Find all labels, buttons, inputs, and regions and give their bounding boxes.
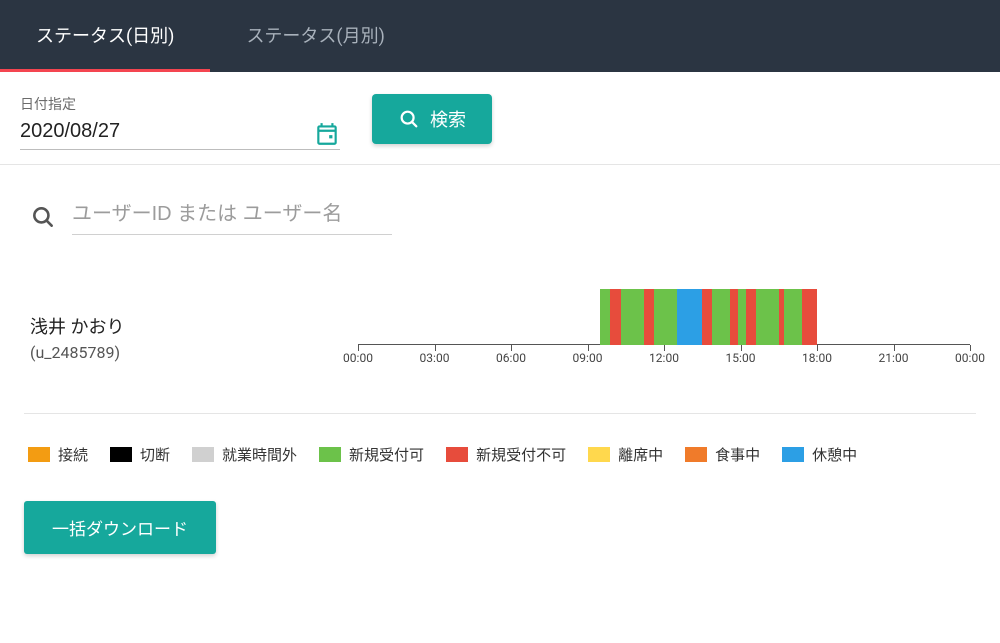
legend-swatch bbox=[192, 447, 214, 462]
timeline-segment bbox=[644, 289, 654, 345]
tab-status-daily[interactable]: ステータス(日別) bbox=[0, 0, 210, 70]
filter-bar: 日付指定 検索 bbox=[0, 72, 1000, 165]
search-icon bbox=[30, 204, 56, 230]
legend-item: 新規受付可 bbox=[319, 444, 424, 465]
timeline-tick-label: 15:00 bbox=[726, 351, 756, 365]
timeline-segment bbox=[756, 289, 779, 345]
legend-label: 食事中 bbox=[715, 444, 760, 465]
legend-item: 休憩中 bbox=[782, 444, 857, 465]
timeline-chart: 00:0003:0006:0009:0012:0015:0018:0021:00… bbox=[358, 289, 970, 373]
legend-swatch bbox=[319, 447, 341, 462]
legend-item: 食事中 bbox=[685, 444, 760, 465]
timeline-segment bbox=[654, 289, 677, 345]
calendar-icon[interactable] bbox=[314, 121, 340, 147]
timeline-bar-area bbox=[358, 289, 970, 345]
search-button-label: 検索 bbox=[430, 106, 466, 132]
timeline-segment bbox=[746, 289, 756, 345]
main-content: 浅井 かおり (u_2485789) 00:00 03:00 06:00 09:00 1… bbox=[0, 165, 1000, 580]
legend-swatch bbox=[446, 447, 468, 462]
timeline-segment bbox=[784, 289, 802, 345]
user-search bbox=[30, 199, 976, 235]
legend-swatch bbox=[782, 447, 804, 462]
timeline-tick-label: 18:00 bbox=[802, 351, 832, 365]
legend-label: 新規受付可 bbox=[349, 444, 424, 465]
timeline-tick-label: 21:00 bbox=[879, 351, 909, 365]
legend-label: 接続 bbox=[58, 444, 88, 465]
legend: 接続 切断 就業時間外 新規受付可 新規受付不可 離席中 食事中 休憩中 bbox=[28, 444, 976, 465]
date-field: 日付指定 bbox=[20, 94, 340, 150]
timeline-tick-label: 06:00 bbox=[496, 351, 526, 365]
timeline-row: 浅井 かおり (u_2485789) 00:00 03:00 06:00 09:00 1… bbox=[30, 289, 970, 373]
timeline-tick-label: 00:00 bbox=[343, 351, 373, 365]
legend-label: 休憩中 bbox=[812, 444, 857, 465]
timeline-tick-label: 00:00 bbox=[955, 351, 985, 365]
user-search-input[interactable] bbox=[72, 199, 392, 235]
bulk-download-label: 一括ダウンロード bbox=[52, 515, 188, 540]
user-id: (u_2485789) bbox=[30, 343, 330, 362]
timeline-segment bbox=[677, 289, 703, 345]
search-button[interactable]: 検索 bbox=[372, 94, 492, 144]
legend-label: 切断 bbox=[140, 444, 170, 465]
timeline-tick-label: 09:00 bbox=[573, 351, 603, 365]
legend-swatch bbox=[110, 447, 132, 462]
timeline-user: 浅井 かおり (u_2485789) bbox=[30, 289, 330, 373]
legend-item: 離席中 bbox=[588, 444, 663, 465]
legend-item: 切断 bbox=[110, 444, 170, 465]
legend-label: 就業時間外 bbox=[222, 444, 297, 465]
date-input-wrap bbox=[20, 118, 340, 150]
date-input[interactable] bbox=[20, 118, 280, 149]
legend-swatch bbox=[588, 447, 610, 462]
timeline-segment bbox=[621, 289, 644, 345]
timeline-segment bbox=[802, 289, 817, 345]
bulk-download-button[interactable]: 一括ダウンロード bbox=[24, 501, 216, 554]
user-name: 浅井 かおり bbox=[30, 313, 330, 339]
timeline-tick-label: 03:00 bbox=[420, 351, 450, 365]
tab-bar: ステータス(日別) ステータス(月別) bbox=[0, 0, 1000, 72]
timeline-tick-label: 12:00 bbox=[649, 351, 679, 365]
legend-swatch bbox=[28, 447, 50, 462]
legend-label: 離席中 bbox=[618, 444, 663, 465]
legend-item: 新規受付不可 bbox=[446, 444, 566, 465]
legend-item: 接続 bbox=[28, 444, 88, 465]
date-label: 日付指定 bbox=[20, 94, 340, 114]
legend-label: 新規受付不可 bbox=[476, 444, 566, 465]
timeline-segment bbox=[712, 289, 730, 345]
timeline-segment bbox=[610, 289, 620, 345]
timeline-segment bbox=[600, 289, 610, 345]
timeline-segment bbox=[702, 289, 712, 345]
tab-status-monthly[interactable]: ステータス(月別) bbox=[210, 0, 420, 70]
legend-swatch bbox=[685, 447, 707, 462]
legend-item: 就業時間外 bbox=[192, 444, 297, 465]
timeline-segment bbox=[730, 289, 738, 345]
timeline-segment bbox=[738, 289, 746, 345]
timeline-block: 浅井 かおり (u_2485789) 00:00 03:00 06:00 09:00 1… bbox=[24, 289, 976, 414]
